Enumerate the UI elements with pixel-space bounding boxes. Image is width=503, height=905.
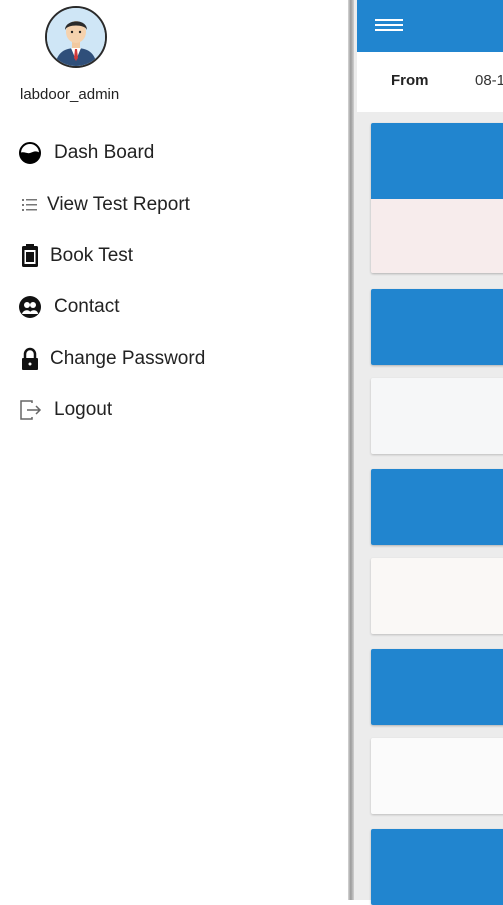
nav-item-view-test-report[interactable]: View Test Report xyxy=(18,190,190,220)
menu-icon[interactable] xyxy=(375,16,403,36)
nav-item-logout[interactable]: Logout xyxy=(18,395,112,425)
nav-item-label: Logout xyxy=(54,399,113,420)
drawer-shadow xyxy=(348,0,354,900)
clipboard-icon xyxy=(18,244,42,268)
nav-item-contact[interactable]: Contact xyxy=(18,292,119,322)
avatar xyxy=(45,6,107,68)
card-header xyxy=(371,123,503,199)
report-card[interactable] xyxy=(371,829,503,905)
card-body xyxy=(371,738,503,814)
contacts-icon xyxy=(18,295,42,319)
nav-item-label: Dash Board xyxy=(54,142,155,163)
nav-item-label: Contact xyxy=(54,296,120,317)
card-body xyxy=(371,558,503,634)
app-bar xyxy=(357,0,503,52)
report-card[interactable] xyxy=(371,649,503,725)
logout-icon xyxy=(18,398,42,422)
from-date-field[interactable]: 08-1 xyxy=(475,72,503,89)
card-header xyxy=(371,289,503,365)
report-card[interactable] xyxy=(371,289,503,365)
lock-icon xyxy=(18,347,42,371)
date-filter-row: From 08-1 xyxy=(357,52,503,112)
card-header xyxy=(371,649,503,725)
navigation-drawer: labdoor_admin Dash Board View Test Repor… xyxy=(0,0,352,900)
nav-item-change-password[interactable]: Change Password xyxy=(18,344,205,374)
from-label: From xyxy=(391,72,429,89)
card-header xyxy=(371,469,503,545)
report-card[interactable] xyxy=(371,123,503,273)
nav-item-label: Change Password xyxy=(50,348,206,369)
nav-item-label: Book Test xyxy=(50,245,134,266)
list-icon xyxy=(18,193,42,217)
nav-item-dashboard[interactable]: Dash Board xyxy=(18,138,154,168)
card-body xyxy=(371,378,503,454)
card-body xyxy=(371,199,503,273)
report-card[interactable] xyxy=(371,469,503,545)
username: labdoor_admin xyxy=(20,86,120,103)
nav-item-label: View Test Report xyxy=(47,194,190,215)
card-header xyxy=(371,829,503,905)
nav-item-book-test[interactable]: Book Test xyxy=(18,241,133,271)
dashboard-icon xyxy=(18,141,42,165)
